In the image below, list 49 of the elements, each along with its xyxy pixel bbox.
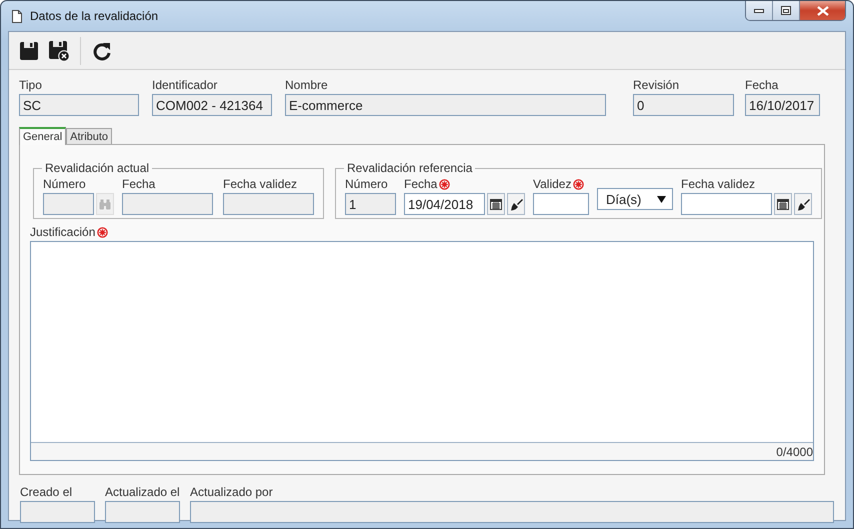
- save-close-icon: [48, 40, 70, 62]
- input-field[interactable]: 19/04/2018: [404, 193, 485, 215]
- save-icon: [19, 40, 39, 60]
- close-icon: [816, 6, 828, 16]
- brush-icon: [510, 198, 522, 210]
- clear-button[interactable]: [507, 193, 525, 215]
- save-button[interactable]: [18, 40, 40, 62]
- field-label: Fecha validez: [223, 177, 298, 191]
- tab[interactable]: Atributo: [66, 128, 112, 144]
- dropdown[interactable]: Día(s): [597, 188, 673, 210]
- field-label: Validez: [533, 177, 572, 191]
- calendar-icon: [490, 198, 502, 210]
- field-label: Nombre: [285, 78, 328, 92]
- calendar-icon: [777, 198, 789, 210]
- field-label: Identificador: [152, 78, 218, 92]
- field-label: Fecha: [404, 177, 438, 191]
- window-title: Datos de la revalidación: [30, 9, 158, 23]
- refresh-icon: [92, 40, 112, 60]
- calendar-button[interactable]: [774, 193, 792, 215]
- tab[interactable]: General: [19, 127, 66, 145]
- text-area[interactable]: 0/4000: [30, 241, 814, 461]
- minimize-icon: [754, 8, 764, 12]
- input-field[interactable]: [681, 193, 772, 215]
- field-label: Fecha: [745, 78, 778, 92]
- maximize-icon: [781, 6, 791, 15]
- field-label: Justificación: [30, 225, 96, 239]
- field-label: Número: [43, 177, 86, 191]
- group-title: Revalidación referencia: [346, 161, 474, 175]
- group-title: Revalidación actual: [44, 161, 150, 175]
- close-button[interactable]: [800, 1, 845, 20]
- input-field[interactable]: [533, 193, 589, 215]
- binoculars-icon: [99, 198, 111, 210]
- calendar-button[interactable]: [487, 193, 505, 215]
- field-label: Tipo: [19, 78, 42, 92]
- save-and-close-button[interactable]: [48, 40, 70, 62]
- minimize-button[interactable]: [746, 1, 773, 20]
- caret-icon: [657, 196, 666, 202]
- field-label: Número: [345, 177, 388, 191]
- brush-icon: [796, 198, 810, 210]
- field-label: Fecha: [122, 177, 156, 191]
- document-icon: [12, 10, 22, 22]
- field-label: Actualizado el: [105, 485, 180, 499]
- field-label: Fecha validez: [681, 177, 756, 191]
- field-label: Creado el: [20, 485, 72, 499]
- clear-button[interactable]: [794, 193, 812, 215]
- field-label: Actualizado por: [190, 485, 273, 499]
- character-counter: 0/4000: [776, 444, 813, 458]
- maximize-button[interactable]: [773, 1, 800, 20]
- field-label: Revisión: [633, 78, 680, 92]
